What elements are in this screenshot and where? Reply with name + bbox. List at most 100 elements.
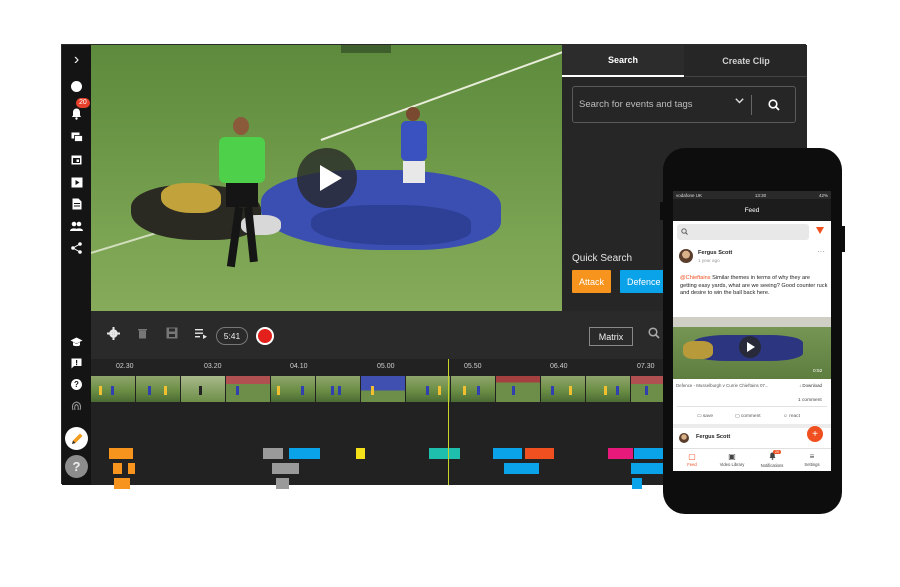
thumbnail[interactable]	[451, 376, 495, 402]
mobile-phone: vodafone UK 13:30 42% Feed Fergus Scott …	[660, 148, 845, 514]
thumbnail[interactable]	[136, 376, 180, 402]
play-button[interactable]	[739, 336, 761, 358]
record-button[interactable]	[256, 327, 274, 345]
feed-search-input[interactable]	[677, 224, 809, 240]
help-glyph: ?	[71, 378, 82, 390]
timeline-tick: 04.10	[290, 363, 308, 370]
chevron-down-icon[interactable]	[735, 96, 744, 107]
neutral-clip[interactable]	[272, 463, 299, 474]
nav-settings[interactable]: ≡ Settings	[793, 452, 831, 467]
comment-label: comment	[740, 414, 761, 419]
tab-create-clip[interactable]: Create Clip	[685, 45, 807, 77]
share-icon[interactable]	[62, 238, 91, 258]
thumbnail[interactable]	[91, 376, 135, 402]
neutral-clip[interactable]	[263, 448, 283, 459]
bell-icon[interactable]: 20	[62, 98, 91, 124]
video-ruck	[683, 341, 713, 359]
red-clip[interactable]	[525, 448, 554, 459]
rugby-ball-icon[interactable]	[62, 76, 91, 96]
thumbnail[interactable]	[316, 376, 360, 402]
graduation-cap-icon[interactable]	[62, 332, 91, 352]
defence-clip[interactable]	[634, 448, 664, 459]
help-icon[interactable]: ?	[62, 374, 91, 394]
nav-feed-label: Feed	[687, 462, 697, 467]
download-link[interactable]: ↓ Download	[799, 382, 822, 390]
chat-icon[interactable]	[62, 127, 91, 147]
background-players	[341, 45, 391, 53]
trash-icon[interactable]	[137, 327, 148, 342]
play-button[interactable]	[297, 148, 357, 208]
pink-clip[interactable]	[608, 448, 633, 459]
search-icon	[681, 228, 688, 235]
defence-clip[interactable]	[504, 463, 539, 474]
attack-clip[interactable]	[113, 463, 122, 474]
pen-icon	[71, 433, 82, 444]
teal-clip[interactable]	[429, 448, 460, 459]
feedback-icon[interactable]	[62, 353, 91, 373]
thumbnail[interactable]	[631, 376, 667, 402]
share-shape	[71, 242, 82, 254]
matrix-button[interactable]: Matrix	[589, 327, 633, 346]
video-library-icon[interactable]	[62, 172, 91, 192]
zoom-search-icon[interactable]	[648, 327, 660, 342]
thumbnail[interactable]	[271, 376, 315, 402]
player-shirt	[401, 121, 427, 161]
defence-clip[interactable]	[493, 448, 522, 459]
chevron-right-icon[interactable]: ›	[62, 50, 91, 70]
defence-clip[interactable]	[631, 463, 664, 474]
save-action[interactable]: ▭ save	[697, 413, 713, 421]
search-icon[interactable]	[760, 95, 788, 115]
thumbnail-strip[interactable]	[91, 376, 667, 402]
video-player[interactable]	[91, 45, 562, 311]
thumbnail[interactable]	[361, 376, 405, 402]
react-action[interactable]: ☺ react	[783, 413, 800, 421]
playhead[interactable]	[448, 359, 449, 485]
search-input[interactable]: Search for events and tags	[579, 99, 693, 110]
tab-search[interactable]: Search	[562, 45, 684, 77]
nav-notifications[interactable]: 20 Notifications	[753, 450, 791, 468]
video-background	[673, 317, 831, 327]
document-icon[interactable]	[62, 194, 91, 214]
attack-clip[interactable]	[128, 463, 135, 474]
attack-clip[interactable]	[109, 448, 133, 459]
nav-video-library-label: Video Library	[719, 462, 745, 467]
help-circle-button[interactable]: ?	[65, 455, 88, 478]
thumbnail[interactable]	[496, 376, 540, 402]
more-options-icon[interactable]: ···	[817, 248, 825, 256]
comment-action[interactable]: ▢ comment	[735, 413, 761, 421]
thumbnail[interactable]	[406, 376, 450, 402]
feed-icon: ▢	[688, 452, 696, 461]
divider	[677, 406, 827, 407]
thumbnail[interactable]	[181, 376, 225, 402]
fingerprint-icon[interactable]	[62, 396, 91, 416]
thumbnail[interactable]	[541, 376, 585, 402]
defence-clip[interactable]	[632, 478, 642, 489]
fingerprint-shape	[71, 401, 82, 411]
post-video[interactable]: 0:52	[673, 317, 831, 379]
filter-icon[interactable]	[816, 227, 824, 234]
neutral-clip[interactable]	[276, 478, 289, 489]
calendar-icon[interactable]	[62, 149, 91, 169]
gear-icon[interactable]	[107, 327, 120, 343]
post-mention[interactable]: @Chieftains	[680, 275, 711, 281]
attack-clip[interactable]	[114, 478, 130, 489]
add-post-button[interactable]: +	[807, 426, 823, 442]
event-search-field[interactable]: Search for events and tags	[572, 86, 796, 123]
yellow-clip[interactable]	[356, 448, 365, 459]
thumbnail[interactable]	[226, 376, 270, 402]
feedback-shape	[71, 358, 82, 368]
nav-feed[interactable]: ▢ Feed	[673, 452, 711, 467]
annotate-pen-button[interactable]	[65, 427, 88, 450]
save-icon[interactable]	[166, 327, 178, 342]
quick-search-attack-button[interactable]: Attack	[572, 270, 612, 293]
playlist-icon[interactable]	[195, 327, 207, 342]
thumbnail[interactable]	[586, 376, 630, 402]
graduation-cap-shape	[70, 337, 83, 347]
quick-search-defence-button[interactable]: Defence	[620, 270, 668, 293]
defence-clip[interactable]	[289, 448, 320, 459]
comment-count[interactable]: 1 comment	[798, 397, 822, 405]
people-icon[interactable]	[62, 216, 91, 236]
clock: 13:30	[754, 192, 767, 198]
nav-video-library[interactable]: ▣ Video Library	[713, 452, 751, 467]
save-label: save	[702, 414, 714, 419]
